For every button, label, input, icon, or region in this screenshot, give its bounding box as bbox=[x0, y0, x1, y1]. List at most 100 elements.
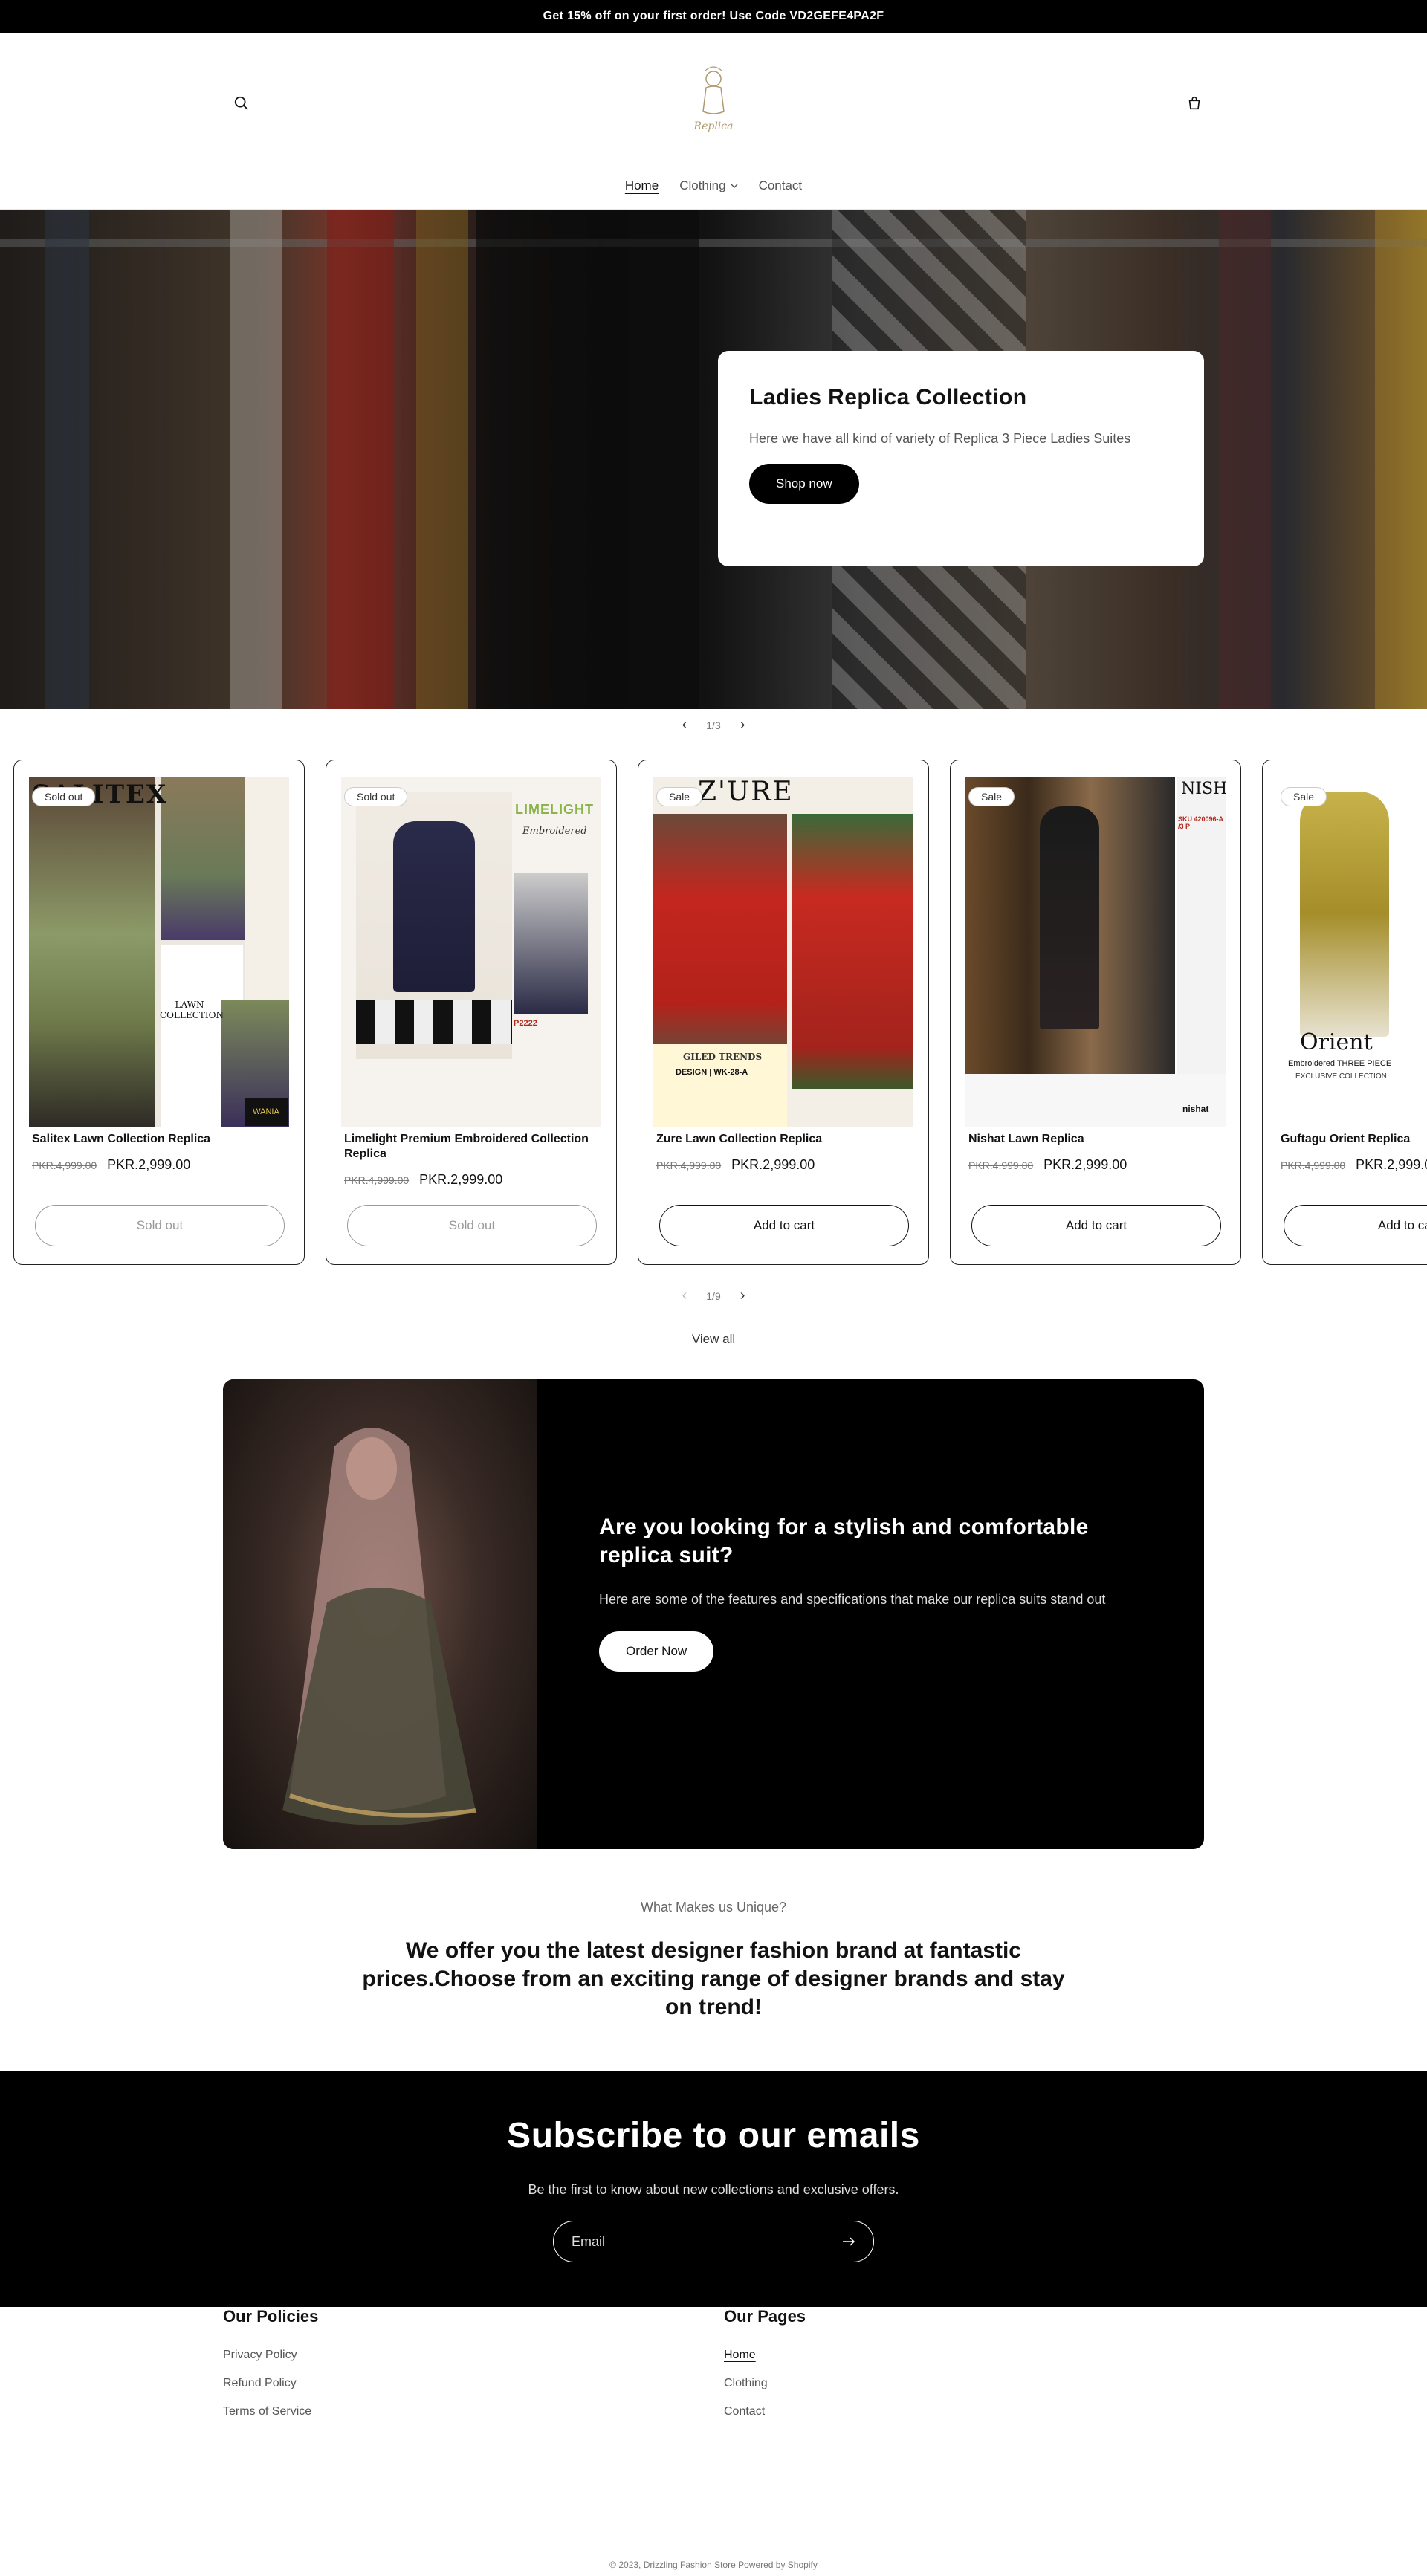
logo-text: Replica bbox=[693, 120, 734, 132]
product-image[interactable]: Orient Embroidered THREE PIECE EXCLUSIVE… bbox=[1278, 777, 1427, 1127]
terms-of-service-link[interactable]: Terms of Service bbox=[223, 2405, 318, 2418]
brand-subtitle: SKU 420096-A /3 P bbox=[1178, 815, 1223, 830]
newsletter-text: Be the first to know about new collectio… bbox=[528, 2182, 899, 2197]
main-nav: Home Clothing Contact bbox=[0, 178, 1427, 193]
product-carousel: SALITEX LAWN COLLECTION WANIA Sold out S… bbox=[0, 760, 1427, 1266]
nav-contact[interactable]: Contact bbox=[759, 178, 803, 193]
sale-price: PKR.2,999.00 bbox=[1356, 1157, 1427, 1172]
brand-tag: P2222 bbox=[514, 1019, 537, 1028]
sold-out-button[interactable]: Sold out bbox=[35, 1205, 285, 1246]
product-image[interactable]: NISH SKU 420096-A /3 P nishat bbox=[965, 777, 1226, 1127]
previous-products-button[interactable]: ‹ bbox=[682, 1287, 687, 1304]
hero-card: Ladies Replica Collection Here we have a… bbox=[718, 351, 1204, 566]
logo-mark-icon: Replica bbox=[693, 66, 734, 132]
next-products-button[interactable]: › bbox=[740, 1287, 745, 1304]
refund-policy-link[interactable]: Refund Policy bbox=[223, 2377, 318, 2390]
product-card[interactable]: SALITEX LAWN COLLECTION WANIA Sold out S… bbox=[13, 760, 305, 1265]
brand-subtitle: Embroidered bbox=[522, 826, 587, 837]
email-field[interactable]: Email bbox=[553, 2221, 874, 2262]
brand-subtitle: LAWN COLLECTION bbox=[160, 1000, 224, 1020]
privacy-policy-link[interactable]: Privacy Policy bbox=[223, 2349, 318, 2362]
footer-policies-title: Our Policies bbox=[223, 2307, 319, 2326]
unique-heading: We offer you the latest designer fashion… bbox=[362, 1938, 1065, 2019]
store-logo[interactable]: Replica bbox=[684, 62, 743, 137]
announcement-text: Get 15% off on your first order! Use Cod… bbox=[543, 10, 884, 22]
product-card[interactable]: NISH SKU 420096-A /3 P nishat Sale Nisha… bbox=[950, 760, 1241, 1265]
hero-shade bbox=[0, 210, 1427, 709]
product-image[interactable]: LIMELIGHT Embroidered P2222 bbox=[341, 777, 601, 1127]
original-price: PKR.4,999.00 bbox=[344, 1174, 410, 1186]
product-card[interactable]: LIMELIGHT Embroidered P2222 Sold out Lim… bbox=[326, 760, 617, 1265]
footer-pages-title: Our Pages bbox=[724, 2307, 806, 2326]
previous-slide-button[interactable]: ‹ bbox=[682, 716, 687, 734]
order-now-button[interactable]: Order Now bbox=[599, 1631, 714, 1672]
product-image[interactable]: Z'URE GILED TRENDS DESIGN | WK-28-A bbox=[653, 777, 913, 1127]
footer-contact-link[interactable]: Contact bbox=[724, 2405, 806, 2418]
search-button[interactable] bbox=[229, 91, 254, 116]
shop-now-button[interactable]: Shop now bbox=[749, 464, 859, 504]
sale-price: PKR.2,999.00 bbox=[419, 1172, 503, 1187]
nav-home[interactable]: Home bbox=[625, 178, 659, 193]
brand-subtitle: GILED TRENDS bbox=[683, 1052, 763, 1062]
sale-price: PKR.2,999.00 bbox=[731, 1157, 815, 1172]
brand-text: Orient bbox=[1300, 1029, 1373, 1055]
status-badge: Sale bbox=[968, 787, 1015, 806]
product-price: PKR.4,999.00 PKR.2,999.00 bbox=[656, 1157, 815, 1173]
newsletter-title: Subscribe to our emails bbox=[507, 2116, 920, 2155]
product-title[interactable]: Guftagu Orient Replica bbox=[1281, 1132, 1427, 1147]
hero-slide-counter: 1/3 bbox=[706, 719, 721, 731]
add-to-cart-button[interactable]: Add to cart bbox=[659, 1205, 909, 1246]
footer-home-link[interactable]: Home bbox=[724, 2349, 806, 2362]
original-price: PKR.4,999.00 bbox=[32, 1159, 97, 1171]
product-card[interactable]: Z'URE GILED TRENDS DESIGN | WK-28-A Sale… bbox=[638, 760, 929, 1265]
product-slider-controls: ‹ 1/9 › bbox=[0, 1287, 1427, 1304]
original-price: PKR.4,999.00 bbox=[1281, 1159, 1346, 1171]
nav-home-label: Home bbox=[624, 178, 659, 192]
footer-pages: Our Pages Home Clothing Contact bbox=[724, 2307, 806, 2433]
status-badge: Sale bbox=[1281, 787, 1327, 806]
announcement-bar: Get 15% off on your first order! Use Cod… bbox=[0, 0, 1427, 33]
product-page-counter: 1/9 bbox=[706, 1289, 721, 1302]
cart-button[interactable] bbox=[1182, 91, 1207, 116]
view-all-link[interactable]: View all bbox=[0, 1332, 1427, 1347]
hero-slider-controls: ‹ 1/3 › bbox=[0, 716, 1427, 734]
promo-text: Here are some of the features and specif… bbox=[599, 1592, 1106, 1607]
promo-image bbox=[223, 1379, 537, 1849]
product-image[interactable]: SALITEX LAWN COLLECTION WANIA bbox=[29, 777, 289, 1127]
product-title[interactable]: Nishat Lawn Replica bbox=[968, 1132, 1221, 1147]
status-badge: Sale bbox=[656, 787, 703, 806]
add-to-cart-button[interactable]: Add to cart bbox=[1284, 1205, 1427, 1246]
product-price: PKR.4,999.00 PKR.2,999.00 bbox=[32, 1157, 190, 1173]
sale-price: PKR.2,999.00 bbox=[107, 1157, 191, 1172]
footer-clothing-link[interactable]: Clothing bbox=[724, 2377, 806, 2390]
add-to-cart-button[interactable]: Add to cart bbox=[971, 1205, 1221, 1246]
bridal-figure-icon bbox=[282, 1428, 476, 1825]
brand-tag: EXCLUSIVE COLLECTION bbox=[1295, 1072, 1387, 1081]
product-price: PKR.4,999.00 PKR.2,999.00 bbox=[968, 1157, 1127, 1173]
brand-tag: WANIA bbox=[245, 1098, 288, 1126]
original-price: PKR.4,999.00 bbox=[656, 1159, 722, 1171]
product-title[interactable]: Salitex Lawn Collection Replica bbox=[32, 1132, 285, 1147]
hero-banner bbox=[0, 210, 1427, 709]
product-card[interactable]: Orient Embroidered THREE PIECE EXCLUSIVE… bbox=[1262, 760, 1427, 1265]
product-title[interactable]: Limelight Premium Embroidered Collection… bbox=[344, 1132, 597, 1162]
nav-clothing[interactable]: Clothing bbox=[679, 178, 738, 193]
brand-text: Z'URE bbox=[698, 777, 794, 807]
copyright: © 2023, Drizzling Fashion Store Powered … bbox=[609, 2560, 818, 2570]
arrow-right-icon[interactable] bbox=[842, 2236, 855, 2247]
brand-subtitle: Embroidered THREE PIECE bbox=[1288, 1059, 1392, 1068]
unique-caption: What Makes us Unique? bbox=[640, 1900, 787, 1915]
product-price: PKR.4,999.00 PKR.2,999.00 bbox=[1281, 1157, 1427, 1173]
hero-text: Here we have all kind of variety of Repl… bbox=[749, 431, 1131, 446]
search-icon bbox=[234, 96, 248, 110]
brand-text: LIMELIGHT bbox=[515, 802, 594, 817]
next-slide-button[interactable]: › bbox=[740, 716, 745, 734]
sold-out-button[interactable]: Sold out bbox=[347, 1205, 597, 1246]
brand-tag: nishat bbox=[1182, 1104, 1209, 1114]
promo-banner: Are you looking for a stylish and comfor… bbox=[223, 1379, 1204, 1849]
product-title[interactable]: Zure Lawn Collection Replica bbox=[656, 1132, 909, 1147]
brand-tag: DESIGN | WK-28-A bbox=[676, 1068, 748, 1077]
hero-title: Ladies Replica Collection bbox=[749, 385, 1027, 410]
email-placeholder: Email bbox=[572, 2233, 606, 2249]
original-price: PKR.4,999.00 bbox=[968, 1159, 1034, 1171]
